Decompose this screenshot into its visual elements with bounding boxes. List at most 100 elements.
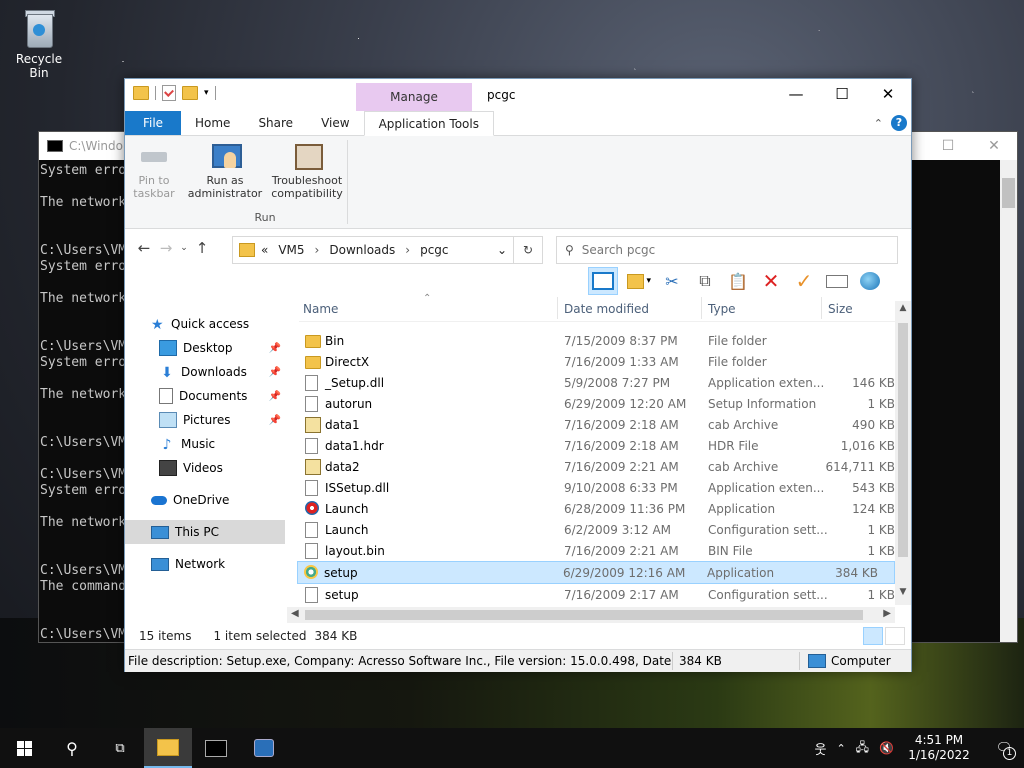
- breadcrumb-vm5[interactable]: VM5: [278, 243, 304, 257]
- horizontal-scrollbar-thumb[interactable]: [305, 610, 863, 620]
- checkmark-icon[interactable]: ✓: [792, 269, 816, 293]
- address-bar[interactable]: « VM5 › Downloads › pcgc ⌄: [232, 236, 514, 264]
- task-view-button[interactable]: ⧉: [96, 728, 144, 768]
- scroll-left-icon[interactable]: ◀: [291, 608, 299, 619]
- pictures-icon: [159, 412, 177, 428]
- console-scrollbar[interactable]: [1000, 160, 1017, 642]
- nav-item-music[interactable]: ♪ Music: [125, 432, 285, 456]
- tab-application-tools[interactable]: Application Tools: [363, 111, 494, 136]
- nav-item-network[interactable]: Network: [125, 552, 285, 576]
- copy-icon[interactable]: ⧉: [693, 269, 717, 293]
- customize-qat-icon[interactable]: ▾: [204, 88, 209, 98]
- pin-icon[interactable]: 📌: [269, 343, 281, 354]
- file-row[interactable]: ISSetup.dll 9/10/2008 6:33 PM Application …: [299, 477, 911, 498]
- cut-icon[interactable]: ✂: [660, 269, 684, 293]
- column-header-name[interactable]: Name: [303, 302, 338, 316]
- properties-icon[interactable]: [162, 85, 176, 101]
- file-row[interactable]: Bin 7/15/2009 8:37 PM File folder: [299, 330, 911, 351]
- recycle-bin-shortcut[interactable]: Recycle Bin: [6, 8, 72, 80]
- shell-icon[interactable]: [858, 269, 882, 293]
- breadcrumb-overflow[interactable]: «: [261, 243, 268, 257]
- taskbar-setup-app[interactable]: [240, 728, 288, 768]
- nav-item-onedrive[interactable]: OneDrive: [125, 488, 285, 512]
- column-header-date[interactable]: Date modified: [564, 302, 649, 316]
- forward-button[interactable]: →: [155, 239, 177, 257]
- file-row[interactable]: autorun 6/29/2009 12:20 AM Setup Informati…: [299, 393, 911, 414]
- file-row[interactable]: DirectX 7/16/2009 1:33 AM File folder: [299, 351, 911, 372]
- start-button[interactable]: [0, 728, 48, 768]
- file-explorer-window[interactable]: ▾ Manage pcgc — ☐ ✕ File Home Share View…: [124, 78, 912, 672]
- taskbar-command-prompt[interactable]: [192, 728, 240, 768]
- minimize-button[interactable]: —: [773, 79, 819, 109]
- console-maximize-button[interactable]: ☐: [925, 138, 971, 154]
- help-icon[interactable]: ?: [891, 115, 907, 131]
- explorer-titlebar[interactable]: ▾ Manage pcgc — ☐ ✕: [125, 79, 911, 111]
- rename-icon[interactable]: [825, 269, 849, 293]
- troubleshoot-compatibility-button[interactable]: Troubleshoot compatibility: [267, 136, 347, 200]
- people-icon[interactable]: 웃: [814, 739, 826, 758]
- pin-icon[interactable]: 📌: [269, 415, 281, 426]
- file-row[interactable]: layout.bin 7/16/2009 2:21 AM BIN File 1 KB: [299, 540, 911, 561]
- delete-icon[interactable]: ✕: [759, 269, 783, 293]
- file-row[interactable]: _Setup.dll 5/9/2008 7:27 PM Application ex…: [299, 372, 911, 393]
- network-status-icon[interactable]: 🖧: [856, 738, 869, 759]
- scrollbar-thumb[interactable]: [898, 323, 908, 557]
- scroll-right-icon[interactable]: ▶: [883, 608, 891, 619]
- pin-to-taskbar-button[interactable]: Pin to taskbar: [124, 136, 184, 200]
- preview-pane-icon[interactable]: [588, 267, 618, 295]
- column-header-size[interactable]: Size: [828, 302, 853, 316]
- run-as-administrator-button[interactable]: Run as administrator: [183, 136, 267, 200]
- file-row[interactable]: data1 7/16/2009 2:18 AM cab Archive 490 KB: [299, 414, 911, 435]
- back-button[interactable]: ←: [133, 239, 155, 257]
- file-row[interactable]: setup 7/16/2009 2:17 AM Configuration sett…: [299, 584, 911, 605]
- nav-item-quick-access[interactable]: ★ Quick access: [125, 312, 285, 336]
- tab-home[interactable]: Home: [181, 111, 244, 135]
- chevron-right-icon[interactable]: ›: [405, 243, 410, 257]
- nav-item-pictures[interactable]: Pictures 📌: [125, 408, 285, 432]
- tab-view[interactable]: View: [307, 111, 363, 135]
- maximize-button[interactable]: ☐: [819, 79, 865, 109]
- volume-muted-icon[interactable]: 🔇: [879, 741, 894, 755]
- file-row[interactable]: data2 7/16/2009 2:21 AM cab Archive 614,711…: [299, 456, 911, 477]
- close-button[interactable]: ✕: [865, 79, 911, 109]
- action-center-button[interactable]: 🗨 1: [984, 741, 1024, 760]
- clock[interactable]: 4:51 PM 1/16/2022: [904, 733, 974, 763]
- file-row[interactable]: setup 6/29/2009 12:16 AM Application 384 KB: [297, 561, 895, 584]
- new-folder-dropdown-icon[interactable]: ▾: [627, 269, 651, 293]
- refresh-button[interactable]: ↻: [513, 236, 543, 264]
- nav-item-desktop[interactable]: Desktop 📌: [125, 336, 285, 360]
- nav-item-this-pc[interactable]: This PC: [125, 520, 285, 544]
- pin-icon[interactable]: 📌: [269, 367, 281, 378]
- console-close-button[interactable]: ✕: [971, 138, 1017, 154]
- nav-item-videos[interactable]: Videos: [125, 456, 285, 480]
- nav-item-downloads[interactable]: ⬇ Downloads 📌: [125, 360, 285, 384]
- collapse-ribbon-icon[interactable]: ⌃: [874, 117, 883, 130]
- up-button[interactable]: ↑: [191, 239, 213, 257]
- taskbar-file-explorer[interactable]: [144, 728, 192, 768]
- column-header-type[interactable]: Type: [708, 302, 736, 316]
- file-row[interactable]: Launch 6/28/2009 11:36 PM Application 124 K…: [299, 498, 911, 519]
- tab-share[interactable]: Share: [244, 111, 307, 135]
- paste-icon[interactable]: 📋: [726, 269, 750, 293]
- scroll-up-icon[interactable]: ▲: [895, 303, 911, 319]
- details-view-button[interactable]: [863, 627, 883, 645]
- horizontal-scrollbar[interactable]: ◀ ▶: [287, 607, 895, 623]
- sort-ascending-icon: ⌃: [423, 293, 432, 304]
- new-folder-icon[interactable]: [182, 86, 198, 100]
- file-row[interactable]: Launch 6/2/2009 3:12 AM Configuration sett…: [299, 519, 911, 540]
- address-dropdown-icon[interactable]: ⌄: [497, 243, 507, 257]
- nav-item-documents[interactable]: Documents 📌: [125, 384, 285, 408]
- search-button[interactable]: ⚲: [48, 728, 96, 768]
- file-row[interactable]: data1.hdr 7/16/2009 2:18 AM HDR File 1,016 …: [299, 435, 911, 456]
- search-input[interactable]: ⚲ Search pcgc: [556, 236, 898, 264]
- show-hidden-icons[interactable]: ⌃: [836, 742, 845, 755]
- breadcrumb-pcgc[interactable]: pcgc: [420, 243, 448, 257]
- recent-locations-button[interactable]: ⌄: [177, 243, 191, 253]
- scroll-down-icon[interactable]: ▼: [895, 587, 911, 603]
- file-list-scrollbar[interactable]: ▲ ▼: [895, 301, 911, 605]
- chevron-right-icon[interactable]: ›: [315, 243, 320, 257]
- breadcrumb-downloads[interactable]: Downloads: [329, 243, 395, 257]
- pin-icon[interactable]: 📌: [269, 391, 281, 402]
- large-icons-view-button[interactable]: [885, 627, 905, 645]
- tab-file[interactable]: File: [125, 111, 181, 135]
